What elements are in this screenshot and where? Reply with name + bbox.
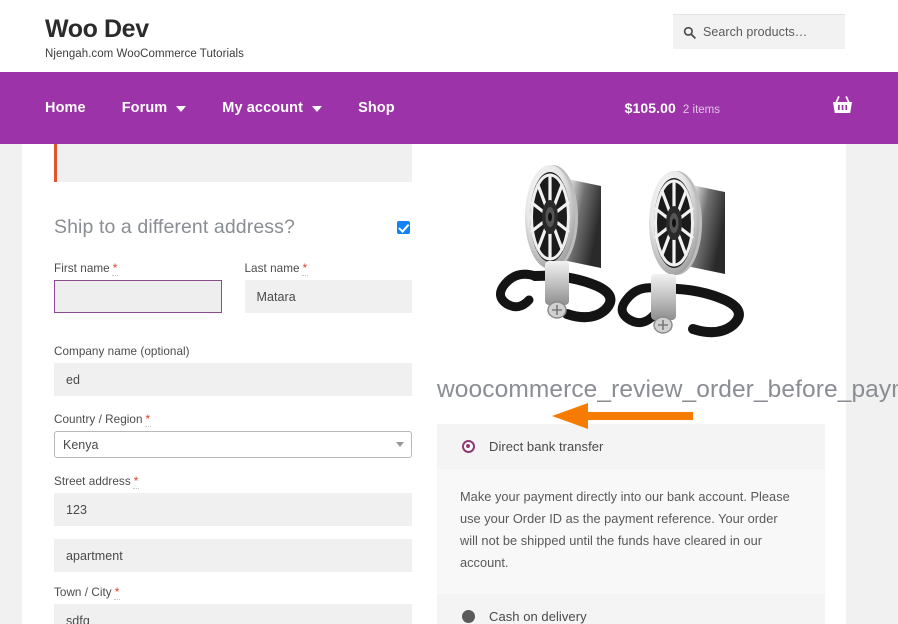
cart-area: $105.00 2 items bbox=[625, 72, 853, 144]
field-town-city: Town / City * sdfg bbox=[54, 585, 412, 624]
chevron-down-icon bbox=[176, 106, 187, 112]
order-review-column: woocommerce_review_order_before_payment … bbox=[423, 144, 898, 624]
cart-total-amount: $105.00 bbox=[624, 100, 676, 116]
required-asterisk-icon: * bbox=[111, 261, 119, 276]
product-search-box[interactable]: Search products… bbox=[673, 14, 845, 49]
nav-item-label: Forum bbox=[121, 100, 168, 116]
cart-item-count: 2 items bbox=[682, 104, 720, 116]
first-name-input[interactable] bbox=[54, 280, 222, 313]
product-image bbox=[437, 144, 825, 366]
field-first-name: First name * bbox=[54, 261, 222, 313]
site-header: Woo Dev Njengah.com WooCommerce Tutorial… bbox=[0, 0, 898, 72]
field-country-region: Country / Region * Kenya bbox=[54, 412, 412, 458]
required-asterisk-icon: * bbox=[301, 261, 309, 276]
ship-to-different-address-heading: Ship to a different address? bbox=[54, 216, 295, 238]
street-address-label: Street address * bbox=[54, 474, 412, 489]
country-region-select[interactable]: Kenya bbox=[54, 431, 412, 458]
payment-method-label: Cash on delivery bbox=[489, 609, 587, 624]
nav-item-shop[interactable]: Shop bbox=[358, 100, 416, 116]
country-region-label: Country / Region * bbox=[54, 412, 412, 427]
payment-method-cod[interactable]: Cash on delivery bbox=[437, 594, 825, 624]
payment-method-bacs[interactable]: Direct bank transfer bbox=[437, 424, 825, 470]
field-street-address: Street address * 123 bbox=[54, 474, 412, 526]
chevron-down-icon bbox=[312, 106, 323, 112]
site-tagline: Njengah.com WooCommerce Tutorials bbox=[45, 47, 244, 60]
nav-item-forum[interactable]: Forum bbox=[122, 100, 208, 116]
name-fields-row: First name * Last name * Matara bbox=[54, 261, 412, 329]
field-company-name: Company name (optional) ed bbox=[54, 345, 412, 396]
town-city-label: Town / City * bbox=[54, 585, 412, 600]
street-address-input[interactable]: 123 bbox=[54, 493, 412, 526]
page-root: Woo Dev Njengah.com WooCommerce Tutorial… bbox=[0, 0, 898, 624]
cart-summary[interactable]: $105.00 2 items bbox=[625, 100, 720, 116]
ship-to-different-address-checkbox[interactable] bbox=[397, 221, 410, 234]
radio-unselected-icon[interactable] bbox=[462, 610, 475, 624]
required-asterisk-icon: * bbox=[144, 412, 152, 427]
required-asterisk-icon: * bbox=[113, 585, 121, 600]
nav-item-label: Shop bbox=[358, 100, 395, 116]
nav-item-my-account[interactable]: My account bbox=[222, 100, 343, 116]
nav-item-home[interactable]: Home bbox=[45, 100, 107, 116]
search-icon bbox=[683, 26, 696, 39]
site-title: Woo Dev bbox=[45, 15, 149, 43]
first-name-label-text: First name bbox=[54, 262, 110, 275]
field-street-address-2: apartment bbox=[54, 539, 412, 572]
ship-to-different-address-row: Ship to a different address? bbox=[54, 216, 412, 239]
first-name-label: First name * bbox=[54, 261, 222, 276]
product-title: woocommerce_review_order_before_payment bbox=[437, 374, 898, 429]
field-last-name: Last name * Matara bbox=[244, 261, 413, 313]
country-region-selected-value: Kenya bbox=[63, 437, 99, 452]
primary-navigation: Home Forum My account Shop $105.00 2 ite… bbox=[0, 72, 898, 144]
checkout-content: Ship to a different address? First name *… bbox=[22, 144, 898, 624]
checkout-notice-box bbox=[54, 144, 412, 182]
chevron-down-icon bbox=[396, 442, 404, 447]
search-input[interactable]: Search products… bbox=[703, 25, 807, 39]
town-city-input[interactable]: sdfg bbox=[54, 604, 412, 624]
company-name-label: Company name (optional) bbox=[54, 345, 190, 358]
town-city-label-text: Town / City bbox=[54, 586, 112, 599]
nav-item-label: My account bbox=[222, 100, 304, 116]
last-name-label: Last name * bbox=[244, 261, 413, 276]
nav-item-label: Home bbox=[45, 100, 86, 116]
last-name-input[interactable]: Matara bbox=[244, 280, 412, 313]
shipping-form-column: Ship to a different address? First name *… bbox=[22, 144, 423, 624]
last-name-label-text: Last name bbox=[244, 262, 300, 275]
product-title-text: woocommerce_review_order_before_payment bbox=[437, 376, 898, 403]
payment-method-bacs-description: Make your payment directly into our bank… bbox=[437, 469, 825, 595]
street-address-2-input[interactable]: apartment bbox=[54, 539, 412, 572]
street-address-label-text: Street address bbox=[54, 475, 131, 488]
required-asterisk-icon: * bbox=[132, 474, 140, 489]
checkout-columns: Ship to a different address? First name *… bbox=[22, 144, 898, 624]
payment-method-label: Direct bank transfer bbox=[489, 439, 604, 455]
nav-links: Home Forum My account Shop bbox=[45, 72, 416, 144]
site-branding[interactable]: Woo Dev Njengah.com WooCommerce Tutorial… bbox=[45, 15, 244, 60]
shopping-basket-icon[interactable] bbox=[832, 96, 853, 120]
payment-methods-list: Direct bank transfer Make your payment d… bbox=[437, 424, 825, 624]
radio-selected-icon[interactable] bbox=[462, 440, 475, 454]
country-region-label-text: Country / Region bbox=[54, 413, 143, 426]
company-name-input[interactable]: ed bbox=[54, 363, 412, 396]
